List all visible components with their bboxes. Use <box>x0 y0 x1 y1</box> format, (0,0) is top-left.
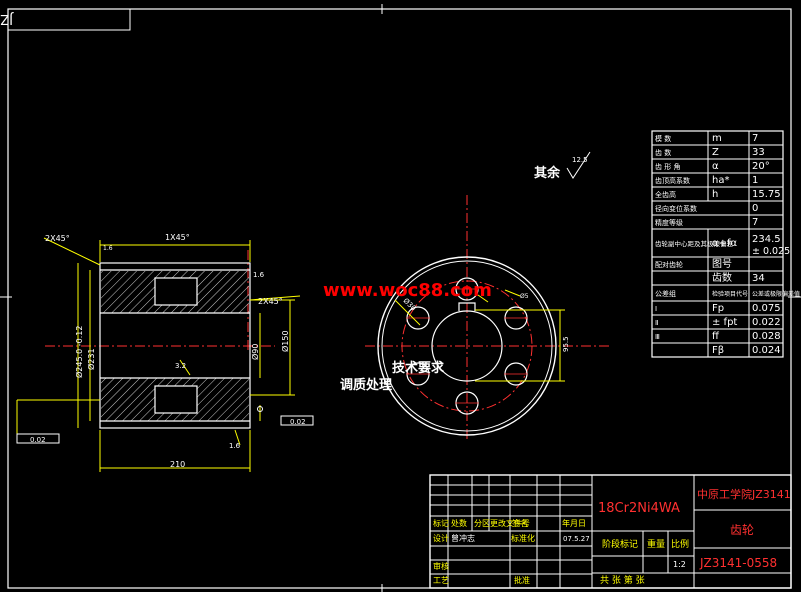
key-dim: 95.5 <box>562 336 570 352</box>
scale-label: 比例 <box>671 538 689 550</box>
surface-note-label: 其余 <box>534 165 561 181</box>
param-value-2: ± 0.025 <box>752 246 790 257</box>
roughness-d: 1.6 <box>103 245 113 252</box>
chamfer-right: 2X45° <box>258 297 283 306</box>
outer-dia-dim: Ø245.0 -0.12 <box>74 326 84 378</box>
chamfer-top: 1X45° <box>165 233 190 242</box>
param-name: 齿顶高系数 <box>655 176 690 185</box>
part-name: 齿轮 <box>730 523 754 537</box>
title-block-header: 处数 <box>451 518 467 528</box>
param-name: Ⅰ <box>655 305 657 313</box>
param-value: 15.75 <box>752 189 781 200</box>
gear-param-table: 模 数 m 7 齿 数 Z 33 齿 形 角 α 20° 齿顶高系数 ha* 1 全齿高 h 15.75 径向… <box>651 130 800 358</box>
std-label: 标准化 <box>511 533 535 543</box>
cad-drawing: JZ3131-0558 <box>0 4 801 592</box>
process-label: 工艺 <box>433 576 449 585</box>
param-value: 0.022 <box>752 317 781 328</box>
param-symbol: Z <box>712 147 719 158</box>
param-symbol: ha* <box>712 175 729 186</box>
title-block: 18Cr2Ni4WA 中原工学院JZ3141 齿轮 JZ3141-0558 标记… <box>429 474 792 589</box>
param-symbol: 齿数 <box>712 271 732 284</box>
drawing-tag-box <box>7 8 131 31</box>
drawing-number: JZ3141-0558 <box>699 556 777 570</box>
datum-left: 0.02 <box>30 436 46 444</box>
param-name: 齿 形 角 <box>655 162 680 171</box>
param-name: 模 数 <box>655 134 671 143</box>
inner-dia-dim: Ø150 <box>280 330 290 352</box>
param-symbol: Fp <box>712 303 724 314</box>
design-date: 07.5.27 <box>563 535 590 543</box>
param-value: 0.024 <box>752 345 781 356</box>
scale-value: 1:2 <box>673 560 686 569</box>
param-value: 34 <box>752 273 765 284</box>
sheet-count: 共 张 第 张 <box>600 574 645 586</box>
weight-label: 重量 <box>647 538 665 550</box>
param-name: Ⅱ <box>655 319 658 327</box>
length-dim: 210 <box>170 460 185 469</box>
param-symbol: h <box>712 189 718 200</box>
param-value: 33 <box>752 147 765 158</box>
tech-req-title: 技术要求 <box>392 360 445 376</box>
param-symbol: Fβ <box>712 345 724 356</box>
param-symbol: ff <box>712 331 720 342</box>
material: 18Cr2Ni4WA <box>598 501 680 516</box>
design-label: 设计 <box>433 533 449 543</box>
param-symbol: ± fpt <box>712 317 737 328</box>
param-value: 0.075 <box>752 303 781 314</box>
param-value: 0.028 <box>752 331 781 342</box>
param-name: Ⅲ <box>655 333 660 341</box>
title-block-header: 分区 <box>474 519 490 528</box>
title-block-header: 标记 <box>433 518 449 528</box>
param-name: 配对齿轮 <box>655 260 683 269</box>
param-value: 20° <box>752 161 770 172</box>
front-view: Ø30 95.5 Ø5 技术要求 调质处理 <box>340 195 610 440</box>
param-value: 234.5 <box>752 234 781 245</box>
param-value: 0 <box>752 203 758 214</box>
key-r: Ø5 <box>520 293 529 300</box>
review-label: 审核 <box>433 561 449 571</box>
approve-label: 批准 <box>514 575 530 585</box>
param-name: 齿 数 <box>655 148 671 157</box>
school-name: 中原工学院JZ3141 <box>697 487 791 501</box>
chamfer-left: 2X45° <box>45 234 70 243</box>
bore-dia-dim: Ø90 <box>250 344 260 360</box>
section-view: 0.02 0.02 2X45° 1X45° 2X45° 210 Ø245.0 -… <box>16 233 314 472</box>
designer: 曾冲志 <box>451 533 475 543</box>
param-name: 公差组 <box>655 289 676 298</box>
surface-roughness-value: 12.5 <box>572 156 588 164</box>
watermark: www.woc88.com <box>323 280 492 301</box>
title-block-header: 签名 <box>512 518 528 528</box>
param-symbol: 检验项目代号 <box>712 290 748 298</box>
runout-tolerance: 0.02 <box>290 418 306 426</box>
param-symbol: α <box>712 161 719 172</box>
param-value: 7 <box>752 217 758 228</box>
title-block-header: 年月日 <box>562 518 586 528</box>
param-name: 全齿高 <box>655 190 676 199</box>
stage-label: 阶段标记 <box>602 538 638 550</box>
param-value: 公差或极限偏差值 <box>752 290 800 298</box>
param-value: 7 <box>752 133 758 144</box>
param-name: 径向变位系数 <box>655 204 697 213</box>
param-name: 精度等级 <box>655 218 683 227</box>
param-symbol: α+fα <box>712 238 737 249</box>
drawing-tag: JZ3131-0558 <box>0 11 14 26</box>
param-value: 1 <box>752 175 758 186</box>
roughness-b: 1.6 <box>229 442 241 450</box>
param-symbol: m <box>712 133 722 144</box>
param-symbol: 图号 <box>712 258 732 270</box>
roughness-a: 3.2 <box>175 362 186 370</box>
treatment-note: 调质处理 <box>340 377 392 393</box>
pitch-dia-dim: Ø231 <box>86 348 96 370</box>
roughness-c: 1.6 <box>253 271 265 279</box>
